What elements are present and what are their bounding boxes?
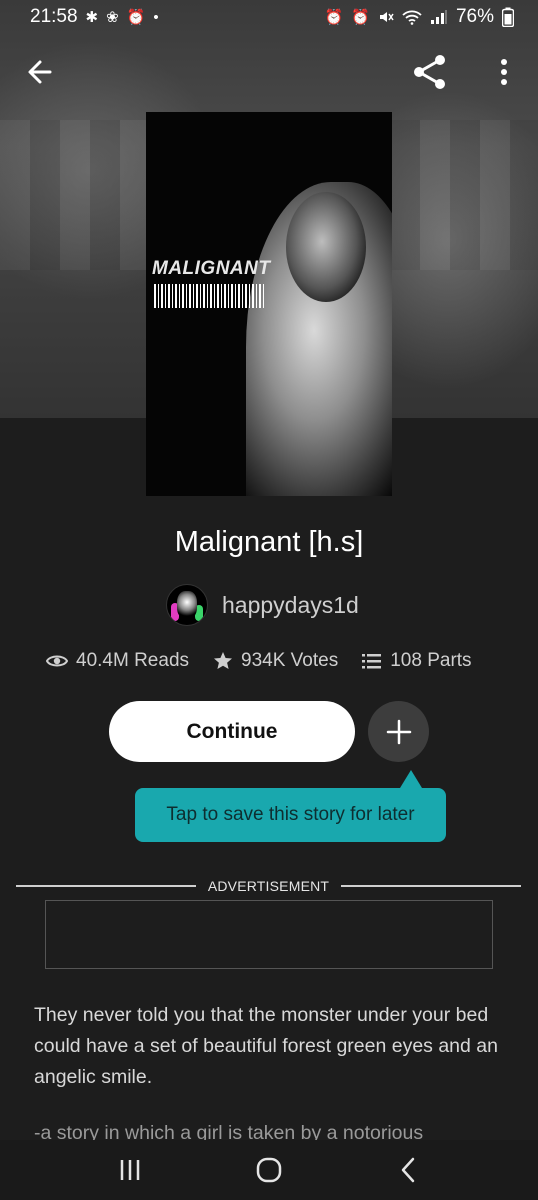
divider-line xyxy=(341,885,521,887)
nav-back-button[interactable] xyxy=(388,1150,428,1190)
plus-icon xyxy=(386,719,411,744)
advertisement-divider: ADVERTISEMENT xyxy=(16,876,521,896)
votes-count: 934K Votes xyxy=(241,650,339,671)
cover-title-text: MALIGNANT xyxy=(152,258,271,279)
story-description: They never told you that the monster und… xyxy=(34,1004,498,1088)
accessibility-icon: ✱ xyxy=(85,9,99,26)
cover-barcode xyxy=(154,284,266,308)
alarm-icon: ⏰ xyxy=(351,9,370,26)
story-cover[interactable]: MALIGNANT xyxy=(146,112,392,496)
arrow-left-icon xyxy=(28,60,52,84)
avatar-face xyxy=(177,591,197,619)
dot-icon: • xyxy=(153,8,159,26)
author-name: happydays1d xyxy=(222,591,359,618)
system-navigation-bar xyxy=(0,1140,538,1200)
recents-icon xyxy=(120,1160,139,1180)
tooltip-arrow xyxy=(400,770,422,788)
home-button[interactable] xyxy=(249,1150,289,1190)
home-icon xyxy=(256,1157,282,1183)
parts-stat: 108 Parts xyxy=(362,650,472,672)
advertisement-slot[interactable] xyxy=(45,900,493,969)
divider-line xyxy=(16,885,196,887)
flower-icon: ❀ xyxy=(106,9,119,26)
more-vertical-icon xyxy=(501,59,507,85)
status-bar: 21:58 ✱ ❀ ⏰ • ⏰ ⏰ 76% xyxy=(0,0,538,34)
alarm-clock-icon: ⏰ xyxy=(324,9,344,26)
status-time: 21:58 xyxy=(30,6,78,27)
story-stats: 40.4M Reads 934K Votes 108 Parts xyxy=(46,650,506,672)
top-app-bar xyxy=(0,46,538,98)
wifi-icon xyxy=(402,10,422,25)
parts-count: 108 Parts xyxy=(390,650,472,671)
battery-icon xyxy=(502,7,514,27)
share-button[interactable] xyxy=(410,52,450,92)
share-icon xyxy=(414,55,445,89)
alarm-icon: ⏰ xyxy=(126,9,146,26)
story-title: Malignant [h.s] xyxy=(174,526,364,558)
battery-percent: 76% xyxy=(455,6,494,27)
mute-icon xyxy=(379,12,394,22)
chevron-left-icon xyxy=(402,1157,415,1183)
story-description-continued: -a story in which a girl is taken by a n… xyxy=(34,1122,424,1140)
add-to-library-button[interactable] xyxy=(368,701,429,762)
back-button[interactable] xyxy=(22,54,58,90)
continue-button[interactable]: Continue xyxy=(109,701,355,762)
eye-icon xyxy=(46,655,68,667)
more-options-button[interactable] xyxy=(490,54,518,90)
author-link[interactable]: happydays1d xyxy=(166,583,359,627)
save-story-tooltip[interactable]: Tap to save this story for later xyxy=(135,788,446,842)
cover-figure-head xyxy=(286,192,366,302)
advertisement-label: ADVERTISEMENT xyxy=(207,878,330,894)
recents-button[interactable] xyxy=(110,1150,150,1190)
reads-stat: 40.4M Reads xyxy=(46,650,189,672)
list-icon xyxy=(362,654,382,669)
avatar xyxy=(166,584,208,626)
star-icon xyxy=(214,652,233,669)
reads-count: 40.4M Reads xyxy=(76,650,190,671)
votes-stat: 934K Votes xyxy=(213,650,338,672)
signal-icon xyxy=(430,10,447,24)
